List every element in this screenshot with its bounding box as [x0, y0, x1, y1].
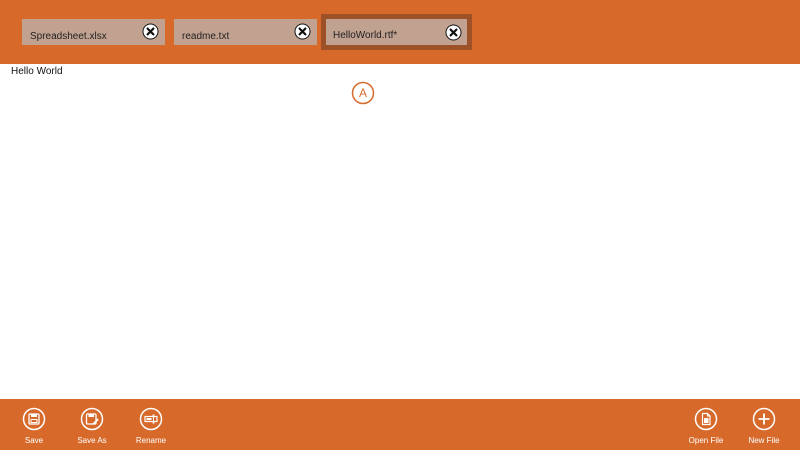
notepad-app: Spreadsheet.xlsx readme.txt HelloWorld.r…: [0, 0, 800, 450]
rename-label: Rename: [135, 436, 167, 445]
rename-button[interactable]: Rename: [123, 407, 179, 447]
new-file-icon: [752, 407, 776, 431]
tab-label: Spreadsheet.xlsx: [30, 30, 107, 42]
marker-label: A: [359, 86, 367, 100]
new-file-label: New File: [748, 436, 780, 445]
tab-label: HelloWorld.rtf*: [333, 29, 398, 41]
marker-a-icon: A: [351, 81, 375, 105]
open-file-label: Open File: [688, 436, 724, 445]
open-file-button[interactable]: Open File: [678, 407, 734, 447]
save-icon: [22, 407, 46, 431]
rename-icon: [139, 407, 163, 431]
save-as-button[interactable]: Save As: [64, 407, 120, 447]
tab-spreadsheet[interactable]: Spreadsheet.xlsx: [22, 19, 165, 45]
open-file-icon: [694, 407, 718, 431]
save-as-icon: [80, 407, 104, 431]
save-as-label: Save As: [77, 436, 107, 445]
save-button[interactable]: Save: [6, 407, 62, 447]
text-editor[interactable]: Hello World A: [0, 64, 800, 399]
tab-readme[interactable]: readme.txt: [174, 19, 317, 45]
editor-content[interactable]: Hello World: [11, 66, 63, 77]
tab-label: readme.txt: [182, 30, 230, 42]
save-label: Save: [24, 436, 44, 445]
app-bar: Save Save As Rename Open File New File: [0, 399, 800, 450]
close-icon[interactable]: [445, 24, 462, 41]
close-icon[interactable]: [142, 23, 159, 40]
tab-bar: Spreadsheet.xlsx readme.txt HelloWorld.r…: [0, 0, 800, 64]
new-file-button[interactable]: New File: [736, 407, 792, 447]
close-icon[interactable]: [294, 23, 311, 40]
tab-helloworld[interactable]: HelloWorld.rtf*: [321, 14, 472, 50]
